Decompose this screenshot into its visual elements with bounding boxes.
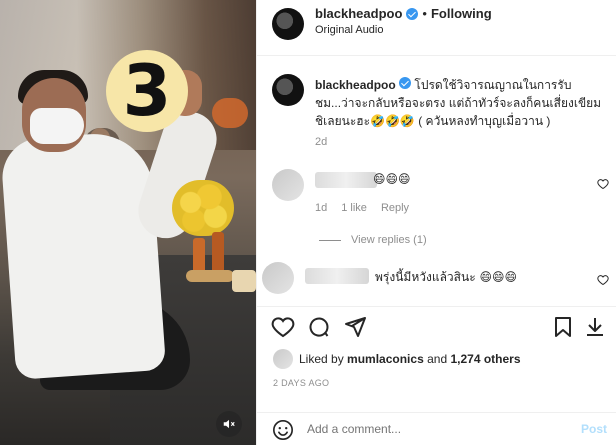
offering-cake: [232, 270, 256, 292]
bookmark-icon[interactable]: [551, 315, 575, 339]
share-icon[interactable]: [343, 315, 367, 339]
following-button[interactable]: Following: [431, 6, 492, 21]
original-audio-link[interactable]: Original Audio: [315, 24, 384, 36]
man-white-suit: [0, 130, 167, 380]
number-sticker: 3: [106, 50, 188, 132]
bottle: [193, 238, 205, 274]
heart-icon[interactable]: [597, 178, 609, 190]
post-date[interactable]: 2 DAYS AGO: [273, 378, 329, 388]
verified-badge-icon: [406, 7, 419, 20]
emoji-icon[interactable]: [272, 419, 294, 441]
comments-section: blackheadpoo โปรดใช้วิจารณญาณในการรับชม.…: [257, 56, 616, 306]
post-header: blackheadpoo • Following Original Audio: [257, 0, 616, 56]
post-button[interactable]: Post: [581, 422, 607, 436]
liked-by-user-link[interactable]: mumlaconics: [347, 352, 424, 366]
muted-speaker-icon: [223, 419, 235, 429]
comment-input[interactable]: [307, 422, 547, 436]
caption-username[interactable]: blackheadpoo: [315, 78, 396, 92]
yellow-flowers: [172, 180, 234, 236]
avatar[interactable]: [273, 349, 293, 369]
background-decoration: [212, 98, 248, 128]
divider: [319, 239, 341, 241]
redacted-username[interactable]: [305, 268, 369, 284]
caption-text: blackheadpoo โปรดใช้วิจารณญาณในการรับชม.…: [315, 76, 605, 130]
add-comment-bar: Post: [257, 412, 616, 445]
avatar[interactable]: [272, 169, 304, 201]
comment-text: พรุ่งนี้มีหวังแล้วสินะ 😄😄😄: [375, 270, 517, 284]
separator-dot: •: [422, 6, 427, 21]
download-icon[interactable]: [583, 315, 607, 339]
likes-joiner: and: [427, 352, 448, 366]
action-bar: [257, 306, 616, 346]
view-replies-label: View replies (1): [351, 234, 427, 246]
offering-plate: [186, 270, 234, 282]
comment-text: 😄😄😄: [373, 172, 411, 186]
verified-badge-icon: [399, 77, 412, 89]
likes-prefix: Liked by: [299, 352, 344, 366]
caption-time[interactable]: 2d: [315, 136, 327, 148]
header-user-row: blackheadpoo • Following: [315, 6, 492, 21]
post-details-panel: blackheadpoo • Following Original Audio …: [256, 0, 616, 445]
heart-icon[interactable]: [271, 315, 295, 339]
likes-others-link[interactable]: 1,274 others: [450, 352, 520, 366]
avatar[interactable]: [272, 8, 304, 40]
view-replies-button[interactable]: View replies (1): [319, 234, 427, 246]
comment-time[interactable]: 1d: [315, 202, 327, 214]
mute-button[interactable]: [216, 411, 242, 437]
comment-icon[interactable]: [307, 315, 331, 339]
likes-summary: Liked by mumlaconics and 1,274 others: [273, 346, 521, 372]
redacted-username[interactable]: [315, 172, 377, 188]
username-link[interactable]: blackheadpoo: [315, 6, 402, 21]
comment-meta: 1d 1 like Reply: [315, 202, 409, 214]
comment-likes[interactable]: 1 like: [341, 202, 367, 214]
heart-icon[interactable]: [597, 274, 609, 286]
post-video[interactable]: 3: [0, 0, 256, 445]
avatar[interactable]: [272, 74, 304, 106]
reply-button[interactable]: Reply: [381, 202, 409, 214]
avatar[interactable]: [262, 262, 294, 294]
face-mask: [30, 108, 84, 144]
